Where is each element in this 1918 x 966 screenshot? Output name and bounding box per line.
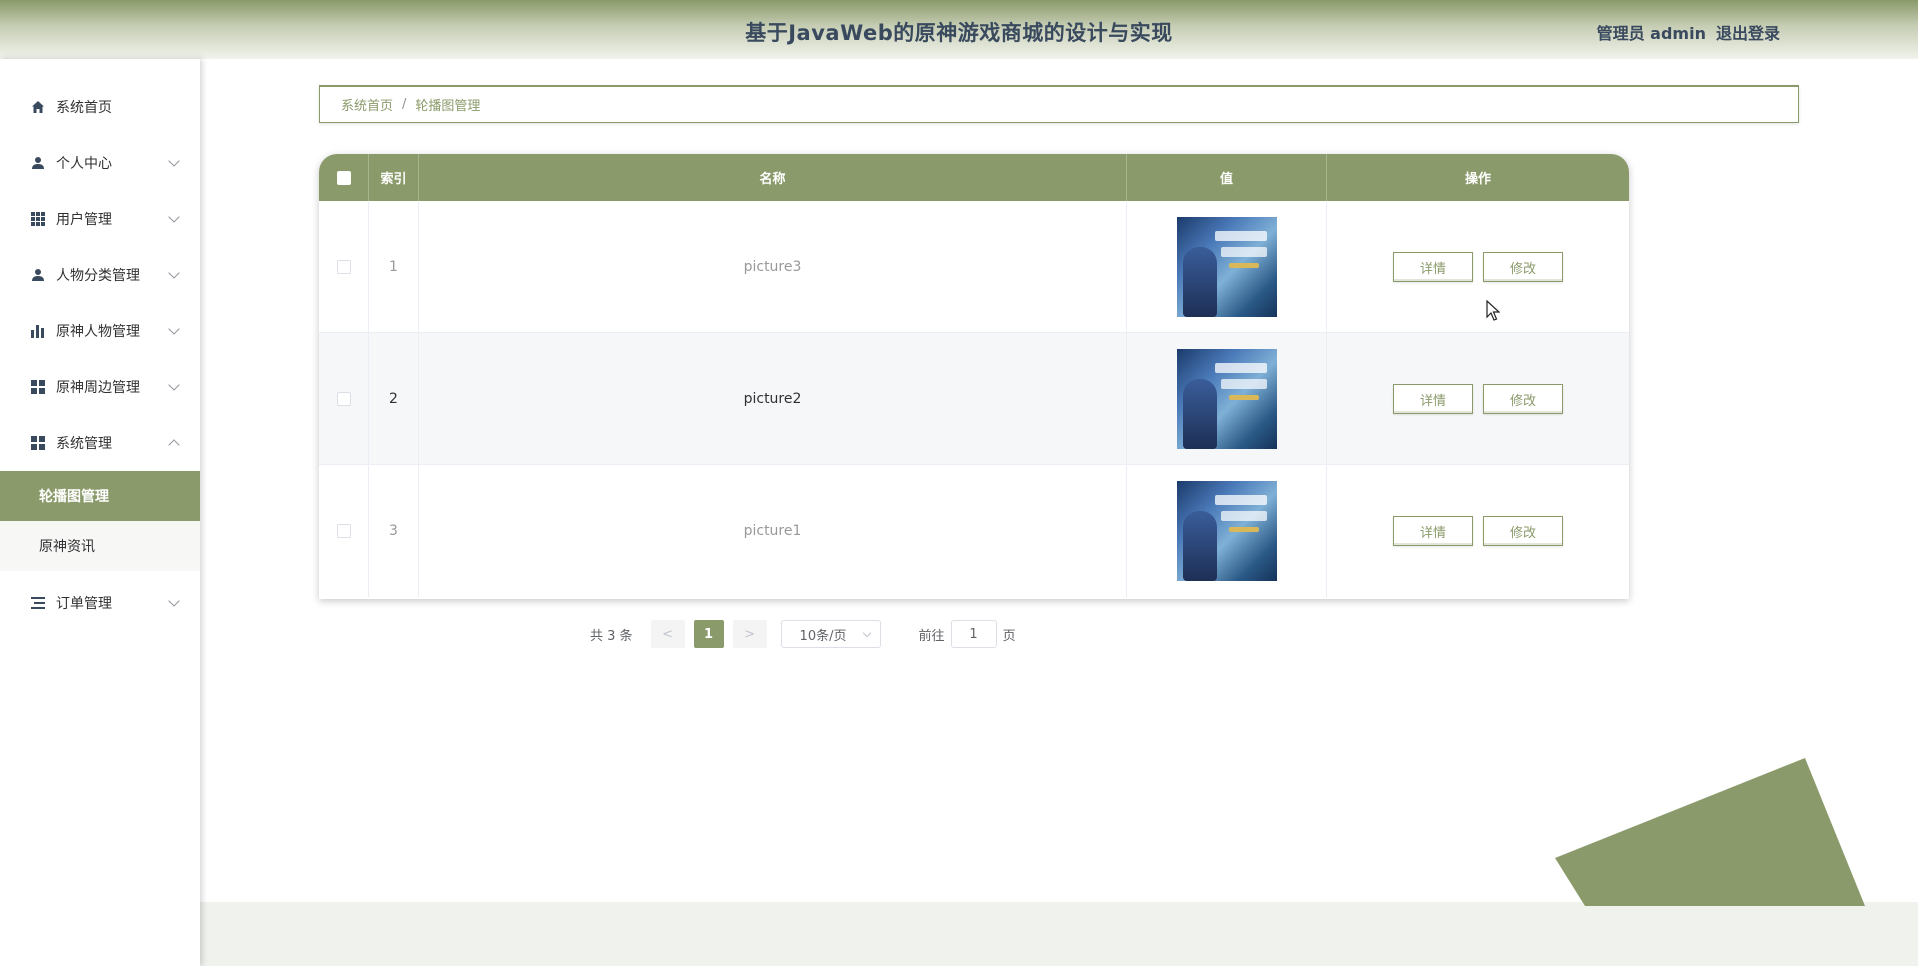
sidebar-subitem-news[interactable]: 原神资讯 bbox=[0, 521, 200, 571]
next-page-button[interactable]: > bbox=[732, 620, 767, 648]
list-icon bbox=[30, 595, 46, 611]
detail-button[interactable]: 详情 bbox=[1393, 516, 1473, 546]
sidebar-item-genshin-merch[interactable]: 原神周边管理 bbox=[0, 359, 200, 415]
sidebar: 系统首页 个人中心 用户管理 人物分类管理 原神人物管理 原神周边管理 系统管理… bbox=[0, 59, 200, 966]
breadcrumb-home[interactable]: 系统首页 bbox=[341, 95, 393, 114]
table-row: 2 picture2 详情 修改 bbox=[319, 333, 1629, 465]
row-name: picture3 bbox=[419, 201, 1127, 333]
sidebar-item-label: 原神周边管理 bbox=[56, 380, 140, 396]
table-header: 索引 名称 值 操作 bbox=[319, 154, 1629, 201]
row-actions: 详情 修改 bbox=[1327, 333, 1629, 465]
row-value-cell bbox=[1127, 201, 1327, 333]
sidebar-item-label: 用户管理 bbox=[56, 212, 112, 228]
sidebar-item-personal-center[interactable]: 个人中心 bbox=[0, 135, 200, 191]
decorative-shape bbox=[1555, 758, 1865, 906]
column-header-value: 值 bbox=[1127, 154, 1327, 201]
row-name: picture1 bbox=[419, 465, 1127, 597]
bar-chart-icon bbox=[30, 323, 46, 339]
column-header-index: 索引 bbox=[369, 154, 419, 201]
column-header-actions: 操作 bbox=[1464, 172, 1491, 187]
sidebar-item-genshin-characters[interactable]: 原神人物管理 bbox=[0, 303, 200, 359]
footer-band bbox=[200, 902, 1918, 966]
sidebar-item-label: 原神人物管理 bbox=[56, 324, 140, 340]
sidebar-subitem-carousel[interactable]: 轮播图管理 bbox=[0, 471, 200, 521]
detail-button[interactable]: 详情 bbox=[1393, 384, 1473, 414]
row-name: picture2 bbox=[419, 333, 1127, 465]
sidebar-item-order-management[interactable]: 订单管理 bbox=[0, 575, 200, 631]
carousel-table: 索引 名称 值 操作 1 picture3 详情 修改 2 picture2 详… bbox=[319, 154, 1629, 599]
user-icon bbox=[30, 267, 46, 283]
row-actions: 详情 修改 bbox=[1327, 201, 1629, 333]
sidebar-item-label: 系统管理 bbox=[56, 436, 112, 452]
row-select-cell bbox=[319, 333, 369, 465]
row-value-cell bbox=[1127, 465, 1327, 597]
chevron-down-icon bbox=[168, 155, 180, 167]
row-checkbox[interactable] bbox=[336, 260, 351, 274]
row-index: 1 bbox=[369, 201, 419, 333]
row-checkbox[interactable] bbox=[336, 524, 351, 538]
row-select-cell bbox=[319, 465, 369, 597]
row-select-cell bbox=[319, 201, 369, 333]
home-icon bbox=[30, 99, 46, 115]
sidebar-item-label: 订单管理 bbox=[56, 596, 112, 612]
edit-button[interactable]: 修改 bbox=[1483, 252, 1563, 282]
row-index: 2 bbox=[369, 333, 419, 465]
column-header-name: 名称 bbox=[419, 154, 1127, 201]
page-number-1[interactable]: 1 bbox=[693, 620, 724, 648]
apps-icon bbox=[30, 435, 46, 451]
breadcrumb: 系统首页 / 轮播图管理 bbox=[319, 85, 1799, 123]
detail-button[interactable]: 详情 bbox=[1393, 252, 1473, 282]
sidebar-item-label: 系统首页 bbox=[56, 100, 112, 116]
top-header: 基于JavaWeb的原神游戏商城的设计与实现 管理员 admin 退出登录 bbox=[0, 0, 1918, 59]
banner-thumbnail[interactable] bbox=[1176, 481, 1277, 581]
table-row: 1 picture3 详情 修改 bbox=[319, 201, 1629, 333]
page-suffix-label: 页 bbox=[1002, 628, 1016, 644]
edit-button[interactable]: 修改 bbox=[1483, 516, 1563, 546]
table-row: 3 picture1 详情 修改 bbox=[319, 465, 1629, 597]
banner-thumbnail[interactable] bbox=[1176, 217, 1277, 317]
grid-icon bbox=[30, 211, 46, 227]
page-size-value: 10条/页 bbox=[799, 628, 847, 644]
chevron-down-icon bbox=[862, 628, 871, 638]
chevron-up-icon bbox=[168, 439, 180, 451]
chevron-down-icon bbox=[168, 267, 180, 279]
sidebar-item-label: 个人中心 bbox=[56, 156, 112, 172]
page-size-select[interactable]: 10条/页 bbox=[780, 620, 881, 648]
row-index: 3 bbox=[369, 465, 419, 597]
chevron-down-icon bbox=[168, 323, 180, 335]
row-actions: 详情 修改 bbox=[1327, 465, 1629, 597]
chevron-down-icon bbox=[168, 595, 180, 607]
prev-page-button[interactable]: < bbox=[650, 620, 685, 648]
sidebar-item-user-management[interactable]: 用户管理 bbox=[0, 191, 200, 247]
admin-user-label: 管理员 admin bbox=[1596, 24, 1706, 43]
goto-label: 前往 bbox=[918, 628, 945, 644]
apps-icon bbox=[30, 379, 46, 395]
chevron-down-icon bbox=[168, 211, 180, 223]
breadcrumb-current: 轮播图管理 bbox=[415, 99, 481, 114]
goto-page-input[interactable] bbox=[950, 620, 997, 648]
sidebar-item-character-category[interactable]: 人物分类管理 bbox=[0, 247, 200, 303]
row-checkbox[interactable] bbox=[336, 392, 351, 406]
pagination: 共 3 条 < 1 > 10条/页 前往 页 bbox=[590, 620, 1016, 648]
user-icon bbox=[30, 155, 46, 171]
sidebar-item-system-management[interactable]: 系统管理 bbox=[0, 415, 200, 471]
breadcrumb-separator: / bbox=[402, 97, 407, 112]
header-user-area: 管理员 admin 退出登录 bbox=[1597, 20, 1780, 44]
select-all-cell bbox=[319, 154, 369, 201]
mouse-cursor-icon bbox=[1486, 300, 1500, 321]
banner-thumbnail[interactable] bbox=[1176, 349, 1277, 449]
edit-button[interactable]: 修改 bbox=[1483, 384, 1563, 414]
select-all-checkbox[interactable] bbox=[336, 170, 351, 185]
row-value-cell bbox=[1127, 333, 1327, 465]
pagination-total: 共 3 条 bbox=[590, 628, 633, 644]
sidebar-item-home[interactable]: 系统首页 bbox=[0, 79, 200, 135]
chevron-down-icon bbox=[168, 379, 180, 391]
sidebar-item-label: 人物分类管理 bbox=[56, 268, 140, 284]
logout-link[interactable]: 退出登录 bbox=[1716, 20, 1780, 44]
